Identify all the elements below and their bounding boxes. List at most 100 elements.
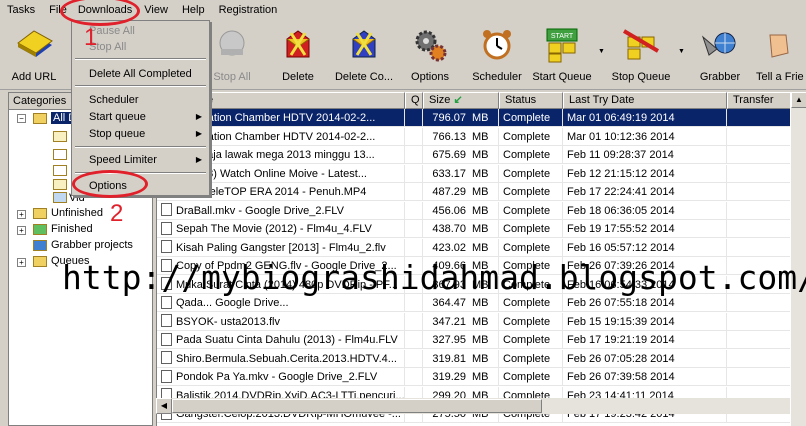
cell-q bbox=[405, 164, 423, 183]
table-row[interactable]: Pada Suatu Cinta Dahulu (2013) - Flm4u.F… bbox=[157, 331, 806, 349]
speed-limiter-label: Speed Limiter bbox=[89, 154, 157, 166]
delete-completed-icon bbox=[352, 30, 376, 58]
table-row[interactable]: DraBall.mkv - Google Drive_2.FLV 456.06 MB… bbox=[157, 201, 806, 220]
options-button[interactable]: Options bbox=[405, 22, 455, 88]
file-icon bbox=[161, 240, 172, 254]
tell-a-friend-button[interactable]: Tell a Frie bbox=[752, 22, 806, 88]
expand-icon[interactable]: + bbox=[17, 258, 26, 267]
cell-size: 766.13 MB bbox=[423, 127, 499, 146]
menu-item-scheduler[interactable]: Scheduler bbox=[73, 91, 208, 109]
folder-icon bbox=[33, 256, 47, 267]
file-name-text: Pada Suatu Cinta Dahulu (2013) - Flm4u.F… bbox=[176, 334, 398, 346]
table-row[interactable]: Sepah The Movie (2012) - Flm4u_4.FLV 438.… bbox=[157, 220, 806, 238]
delete-completed-button[interactable]: Delete Co... bbox=[332, 22, 396, 88]
column-q[interactable]: Q bbox=[405, 92, 423, 109]
stop-queue-button[interactable]: Stop Queue bbox=[608, 22, 674, 88]
add-url-button[interactable]: Add URL bbox=[6, 22, 62, 88]
table-row[interactable]: Kisah Paling Gangster [2013] - Flm4u_2.f… bbox=[157, 238, 806, 257]
cell-status: Complete bbox=[499, 220, 563, 238]
expand-icon[interactable]: + bbox=[17, 226, 26, 235]
menu-item-start-queue[interactable]: Start queue ▶ bbox=[73, 108, 208, 126]
table-row[interactable]: ...aharaja lawak mega 2013 minggu 13... 6… bbox=[157, 146, 806, 164]
cell-q bbox=[405, 349, 423, 368]
menu-tasks[interactable]: Tasks bbox=[0, 0, 42, 20]
delete-button[interactable]: Delete bbox=[272, 22, 324, 88]
cell-size: 796.07 MB bbox=[423, 109, 499, 127]
table-row[interactable]: Pondok Pa Ya.mkv - Google Drive_2.FLV 319… bbox=[157, 368, 806, 386]
file-name-text: Shiro.Bermula.Sebuah.Cerita.2013.HDTV.4.… bbox=[176, 352, 397, 365]
menu-separator bbox=[75, 85, 206, 87]
scroll-left-icon[interactable]: ◀ bbox=[156, 398, 172, 414]
grabber-icon bbox=[701, 32, 736, 56]
collapse-icon[interactable]: − bbox=[17, 114, 26, 123]
cell-status: Complete bbox=[499, 349, 563, 368]
stop-all-icon bbox=[219, 30, 245, 56]
grabber-projects-icon bbox=[33, 240, 47, 251]
column-size[interactable]: Size ↙ bbox=[423, 92, 499, 109]
size-unit: MB bbox=[472, 130, 489, 143]
file-icon bbox=[161, 314, 172, 328]
column-last-try-date[interactable]: Last Try Date bbox=[563, 92, 727, 109]
menu-separator bbox=[75, 58, 206, 60]
folder-icon bbox=[33, 224, 47, 235]
expand-icon[interactable]: + bbox=[17, 210, 26, 219]
menu-item-delete-all-completed[interactable]: Delete All Completed bbox=[73, 65, 208, 83]
table-row[interactable]: ...limination Chamber HDTV 2014-02-2... 7… bbox=[157, 109, 806, 127]
table-row[interactable]: ...limination Chamber HDTV 2014-02-2... 7… bbox=[157, 127, 806, 146]
folder-icon bbox=[53, 131, 67, 142]
add-url-icon bbox=[17, 30, 53, 57]
start-badge-text: START bbox=[551, 33, 574, 40]
column-headers: File Name Q Size ↙ Status Last Try Date … bbox=[157, 92, 806, 109]
file-icon bbox=[161, 203, 172, 217]
scroll-thumb[interactable] bbox=[172, 399, 542, 413]
stop-queue-dropdown-icon[interactable]: ▼ bbox=[678, 48, 685, 55]
submenu-arrow-icon: ▶ bbox=[195, 112, 202, 121]
cell-last-try-date: Mar 01 10:12:36 2014 bbox=[563, 127, 727, 146]
table-row[interactable]: ...(2013) Watch Online Moive - Latest...… bbox=[157, 164, 806, 183]
scheduler-button[interactable]: Scheduler bbox=[468, 22, 526, 88]
menu-registration[interactable]: Registration bbox=[212, 0, 285, 20]
menu-view[interactable]: View bbox=[139, 0, 175, 20]
cell-size: 319.81 MB bbox=[423, 349, 499, 368]
start-queue-dropdown-icon[interactable]: ▼ bbox=[598, 48, 605, 55]
table-row[interactable]: ...ah MeleTOP ERA 2014 - Penuh.MP4 487.29… bbox=[157, 183, 806, 201]
categories-title: Categories bbox=[13, 95, 67, 107]
cell-size: 319.29 MB bbox=[423, 368, 499, 386]
column-status[interactable]: Status bbox=[499, 92, 563, 109]
size-value: 327.95 bbox=[432, 334, 466, 346]
size-value: 766.13 bbox=[432, 130, 466, 143]
size-value: 633.17 bbox=[432, 167, 466, 180]
table-row[interactable]: Shiro.Bermula.Sebuah.Cerita.2013.HDTV.4.… bbox=[157, 349, 806, 368]
cell-q bbox=[405, 183, 423, 201]
cell-last-try-date: Feb 18 06:36:05 2014 bbox=[563, 201, 727, 220]
stop-queue-icon bbox=[622, 29, 660, 60]
file-name-text: Qada... Google Drive... bbox=[176, 297, 289, 309]
cell-status: Complete bbox=[499, 331, 563, 349]
table-row[interactable]: BSYOK- usta2013.flv 347.21 MB Complete Feb 1… bbox=[157, 312, 806, 331]
size-value: 423.02 bbox=[432, 241, 466, 254]
size-unit: MB bbox=[472, 371, 489, 383]
stop-all-button[interactable]: Stop All bbox=[207, 22, 257, 88]
file-name-text: DraBall.mkv - Google Drive_2.FLV bbox=[176, 204, 344, 217]
scroll-up-icon[interactable]: ▲ bbox=[791, 92, 806, 108]
cell-last-try-date: Feb 11 09:28:37 2014 bbox=[563, 146, 727, 164]
category-grabber-projects[interactable]: Grabber projects bbox=[51, 239, 133, 251]
menu-help[interactable]: Help bbox=[175, 0, 212, 20]
menu-item-speed-limiter[interactable]: Speed Limiter ▶ bbox=[73, 151, 208, 169]
horizontal-scrollbar[interactable]: ◀ bbox=[156, 398, 790, 414]
cell-q bbox=[405, 127, 423, 146]
cell-last-try-date: Feb 12 21:15:12 2014 bbox=[563, 164, 727, 183]
start-queue-button[interactable]: START Start Queue bbox=[530, 22, 594, 88]
size-unit: MB bbox=[472, 149, 489, 161]
cell-q bbox=[405, 312, 423, 331]
category-unfinished[interactable]: Unfinished bbox=[51, 207, 103, 219]
cell-file-name: BSYOK- usta2013.flv bbox=[157, 312, 405, 331]
submenu-arrow-icon: ▶ bbox=[195, 129, 202, 138]
grabber-button[interactable]: Grabber bbox=[694, 22, 746, 88]
menu-item-stop-queue[interactable]: Stop queue ▶ bbox=[73, 125, 208, 143]
category-finished[interactable]: Finished bbox=[51, 223, 93, 235]
file-name-text: Kisah Paling Gangster [2013] - Flm4u_2.f… bbox=[176, 241, 386, 254]
annotation-number-one: 1 bbox=[84, 24, 98, 51]
size-unit: MB bbox=[472, 315, 489, 328]
file-icon bbox=[161, 295, 172, 309]
